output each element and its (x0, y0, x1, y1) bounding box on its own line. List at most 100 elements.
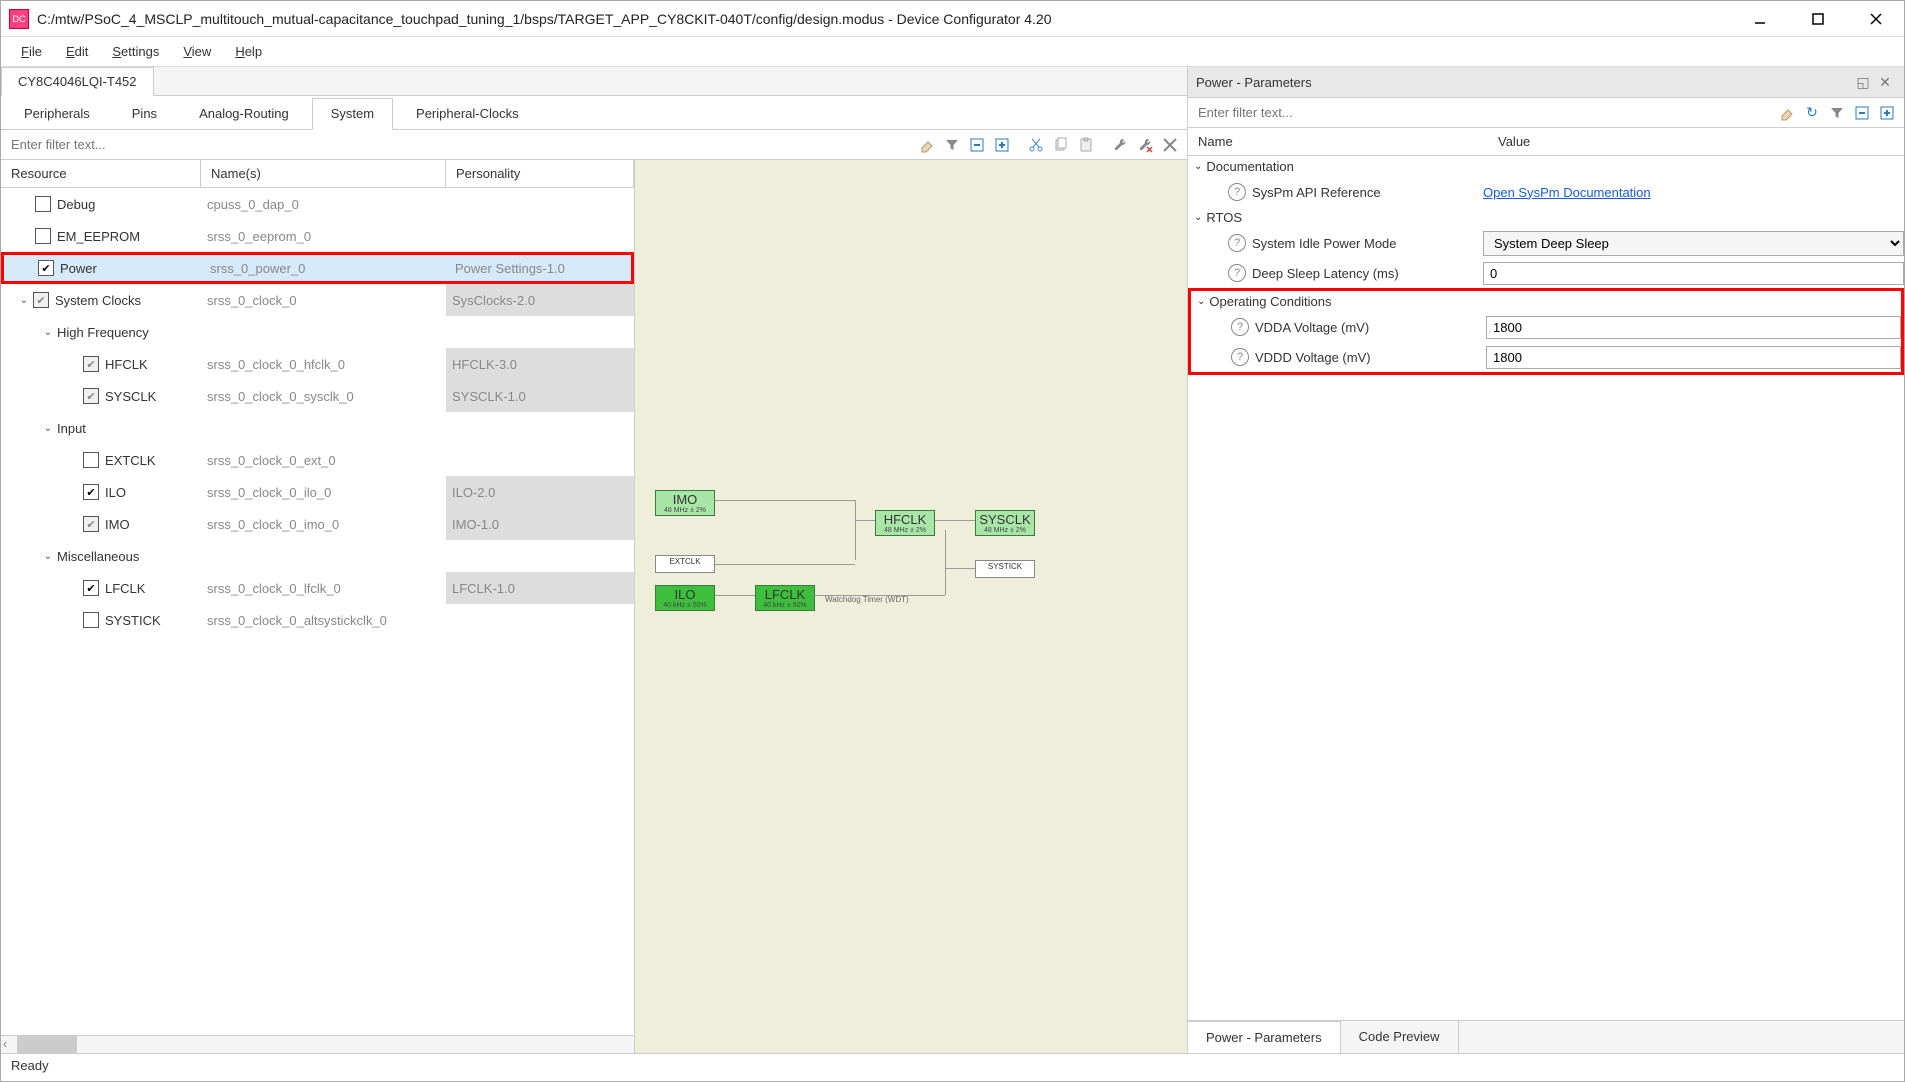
row-high-frequency[interactable]: ⌄High Frequency (1, 316, 634, 348)
row-system-clocks[interactable]: ⌄System Clocks srss_0_clock_0 SysClocks-… (1, 284, 634, 316)
parameters-pane: Power - Parameters ◱ ✕ ↻ Name Value ⌄Doc… (1188, 67, 1904, 1053)
dock-icon[interactable]: ◱ (1852, 71, 1874, 93)
row-misc-group[interactable]: ⌄Miscellaneous (1, 540, 634, 572)
help-icon[interactable]: ? (1228, 264, 1246, 282)
h-scrollbar[interactable]: ‹ (1, 1035, 634, 1053)
chk-extclk[interactable] (83, 452, 99, 468)
menu-bar: File Edit Settings View Help (1, 37, 1904, 67)
collapse-icon[interactable] (966, 134, 988, 156)
app-icon: DC (9, 9, 29, 29)
wrench-icon[interactable] (1109, 134, 1131, 156)
expand-icon[interactable] (1876, 102, 1898, 124)
group-documentation[interactable]: ⌄Documentation (1188, 156, 1904, 177)
chk-systick[interactable] (83, 612, 99, 628)
select-idle-mode[interactable]: System Deep Sleep (1483, 231, 1904, 256)
menu-settings[interactable]: Settings (102, 40, 169, 63)
tab-code-preview[interactable]: Code Preview (1341, 1021, 1459, 1053)
tab-power-parameters[interactable]: Power - Parameters (1188, 1021, 1341, 1053)
minimize-button[interactable] (1740, 5, 1780, 33)
row-ilo[interactable]: ILO srss_0_clock_0_ilo_0 ILO-2.0 (1, 476, 634, 508)
parameters-title: Power - Parameters (1196, 75, 1852, 90)
group-operating-conditions[interactable]: ⌄Operating Conditions (1191, 291, 1901, 312)
menu-help[interactable]: Help (225, 40, 272, 63)
row-power[interactable]: Power srss_0_power_0 Power Settings-1.0 (1, 252, 634, 284)
close-panel-icon[interactable]: ✕ (1874, 71, 1896, 93)
menu-file[interactable]: File (11, 40, 52, 63)
input-vddd[interactable] (1486, 346, 1901, 369)
chk-lfclk[interactable] (83, 580, 99, 596)
menu-view[interactable]: View (173, 40, 221, 63)
chk-power[interactable] (38, 260, 54, 276)
paste-icon[interactable] (1075, 134, 1097, 156)
expander-icon[interactable]: ⌄ (17, 293, 31, 307)
filter-icon[interactable] (1826, 102, 1848, 124)
col-personality: Personality (446, 160, 634, 187)
help-icon[interactable]: ? (1231, 318, 1249, 336)
help-icon[interactable]: ? (1228, 234, 1246, 252)
chk-sysclk[interactable] (33, 292, 49, 308)
tools-x-icon[interactable] (1159, 134, 1181, 156)
row-vdda: ?VDDA Voltage (mV) (1191, 312, 1901, 342)
diag-extclk: EXTCLK (655, 555, 715, 573)
expand-icon[interactable] (991, 134, 1013, 156)
tab-peripheral-clocks[interactable]: Peripheral-Clocks (397, 98, 538, 129)
row-sysclk2[interactable]: SYSCLK srss_0_clock_0_sysclk_0 SYSCLK-1.… (1, 380, 634, 412)
clock-diagram: IMO48 MHz ± 2% EXTCLK ILO40 kHz ± 50% LF… (635, 160, 1187, 1053)
param-col-value: Value (1498, 134, 1894, 149)
row-imo[interactable]: IMO srss_0_clock_0_imo_0 IMO-1.0 (1, 508, 634, 540)
row-vddd: ?VDDD Voltage (mV) (1191, 342, 1901, 372)
tab-pins[interactable]: Pins (113, 98, 176, 129)
link-syspm-doc[interactable]: Open SysPm Documentation (1483, 185, 1651, 200)
cut-icon[interactable] (1025, 134, 1047, 156)
row-input-group[interactable]: ⌄Input (1, 412, 634, 444)
collapse-icon[interactable] (1851, 102, 1873, 124)
group-rtos[interactable]: ⌄RTOS (1188, 207, 1904, 228)
filter-input[interactable] (1, 130, 910, 159)
row-api-reference: ?SysPm API Reference Open SysPm Document… (1188, 177, 1904, 207)
refresh-icon[interactable]: ↻ (1801, 102, 1823, 124)
resource-tree: Resource Name(s) Personality Debug cpuss… (1, 160, 635, 1053)
tab-peripherals[interactable]: Peripherals (5, 98, 109, 129)
col-names: Name(s) (201, 160, 446, 187)
input-vdda[interactable] (1486, 316, 1901, 339)
chk-sysclk2[interactable] (83, 388, 99, 404)
close-button[interactable] (1856, 5, 1896, 33)
title-bar: DC C:/mtw/PSoC_4_MSCLP_multitouch_mutual… (1, 1, 1904, 37)
tab-analog-routing[interactable]: Analog-Routing (180, 98, 308, 129)
row-lfclk[interactable]: LFCLK srss_0_clock_0_lfclk_0 LFCLK-1.0 (1, 572, 634, 604)
tab-system[interactable]: System (312, 98, 393, 130)
row-extclk[interactable]: EXTCLK srss_0_clock_0_ext_0 (1, 444, 634, 476)
copy-icon[interactable] (1050, 134, 1072, 156)
diag-hfclk: HFCLK48 MHz ± 2% (875, 510, 935, 536)
diag-lfclk: LFCLK40 kHz ± 50% (755, 585, 815, 611)
chk-hfclk[interactable] (83, 356, 99, 372)
expander-icon[interactable]: ⌄ (41, 421, 55, 435)
diag-wdt-label: Watchdog Timer (WDT) (825, 595, 909, 604)
params-filter-input[interactable] (1188, 98, 1770, 127)
input-sleep-latency[interactable] (1483, 262, 1904, 285)
menu-edit[interactable]: Edit (56, 40, 98, 63)
wrench-x-icon[interactable] (1134, 134, 1156, 156)
expander-icon[interactable]: ⌄ (41, 325, 55, 339)
chk-ilo[interactable] (83, 484, 99, 500)
diag-sysclk: SYSCLK48 MHz ± 2% (975, 510, 1035, 536)
left-pane: CY8C4046LQI-T452 Peripherals Pins Analog… (1, 67, 1188, 1053)
help-icon[interactable]: ? (1231, 348, 1249, 366)
eraser-icon[interactable] (1776, 102, 1798, 124)
row-debug[interactable]: Debug cpuss_0_dap_0 (1, 188, 634, 220)
row-eeprom[interactable]: EM_EEPROM srss_0_eeprom_0 (1, 220, 634, 252)
expander-icon[interactable]: ⌄ (41, 549, 55, 563)
diag-systick: SYSTICK (975, 560, 1035, 578)
eraser-icon[interactable] (916, 134, 938, 156)
filter-icon[interactable] (941, 134, 963, 156)
help-icon[interactable]: ? (1228, 183, 1246, 201)
chk-eeprom[interactable] (35, 228, 51, 244)
row-systick[interactable]: SYSTICK srss_0_clock_0_altsystickclk_0 (1, 604, 634, 636)
chk-imo[interactable] (83, 516, 99, 532)
window-title: C:/mtw/PSoC_4_MSCLP_multitouch_mutual-ca… (37, 11, 1740, 27)
maximize-button[interactable] (1798, 5, 1838, 33)
row-idle-mode: ?System Idle Power Mode System Deep Slee… (1188, 228, 1904, 258)
chk-debug[interactable] (35, 196, 51, 212)
row-hfclk[interactable]: HFCLK srss_0_clock_0_hfclk_0 HFCLK-3.0 (1, 348, 634, 380)
device-tab[interactable]: CY8C4046LQI-T452 (1, 67, 154, 96)
